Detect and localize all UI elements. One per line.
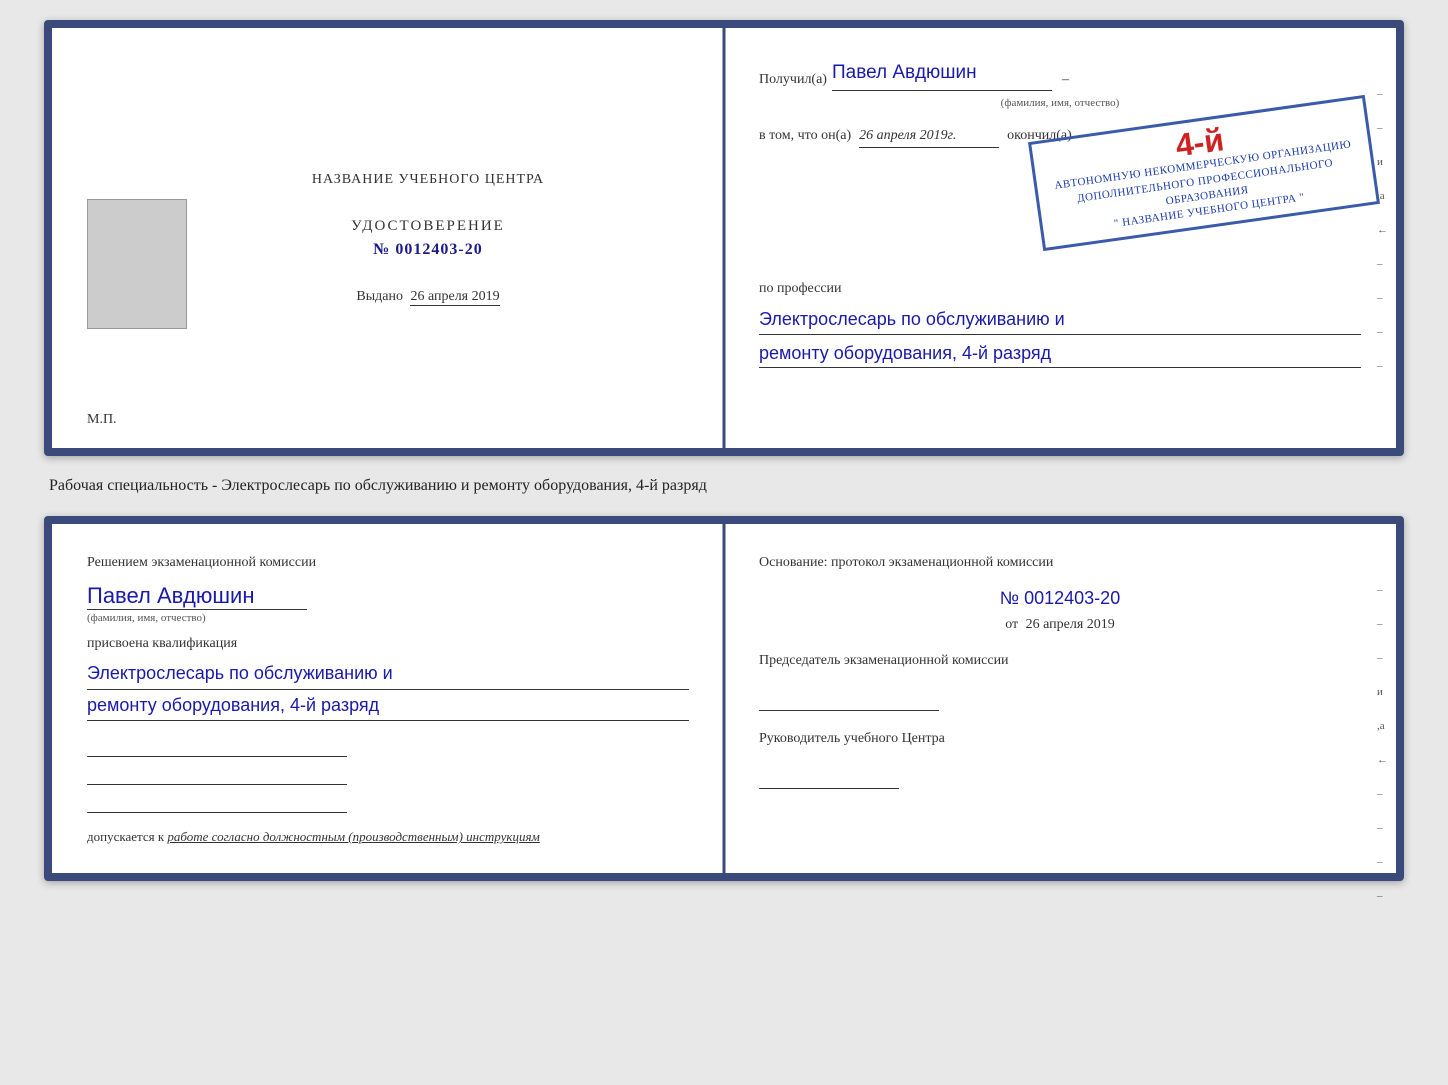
top-left-page: НАЗВАНИЕ УЧЕБНОГО ЦЕНТРА УДОСТОВЕРЕНИЕ №… <box>52 28 724 448</box>
issued-line: Выдано 26 апреля 2019 <box>167 289 689 305</box>
protocol-number: № 0012403-20 <box>759 588 1361 609</box>
top-right-page: Получил(а) Павел Авдюшин – (фамилия, имя… <box>724 28 1396 448</box>
bottom-fio-hint: (фамилия, имя, отчество) <box>87 612 689 624</box>
mp-label: М.П. <box>87 412 117 428</box>
profession-text2: ремонту оборудования, 4-й разряд <box>759 339 1361 369</box>
bottom-left-page: Решением экзаменационной комиссии Павел … <box>52 524 724 873</box>
stamp-overlay: 4-й АВТОНОМНУЮ НЕКОММЕРЧЕСКУЮ ОРГАНИЗАЦИ… <box>1028 95 1380 251</box>
qualification-text1: Электрослесарь по обслуживанию и <box>87 658 689 690</box>
description-text: Рабочая специальность - Электрослесарь п… <box>44 474 1404 498</box>
recipient-name: Павел Авдюшин <box>832 58 1052 91</box>
allowed-block: допускается к работе согласно должностны… <box>87 829 689 845</box>
completion-date: 26 апреля 2019г. <box>859 125 999 148</box>
chairman-label: Председатель экзаменационной комиссии <box>759 653 1009 668</box>
issued-label: Выдано <box>356 289 403 304</box>
bottom-right-page: Основание: протокол экзаменационной коми… <box>724 524 1396 873</box>
chairman-sign-line <box>759 689 939 711</box>
vtom-label: в том, что он(а) <box>759 125 851 147</box>
received-label: Получил(а) <box>759 69 827 91</box>
basis-label: Основание: протокол экзаменационной коми… <box>759 552 1361 574</box>
bottom-right-edge-marks: – – – и ,а ← – – – – <box>1377 584 1388 902</box>
school-name-title: НАЗВАНИЕ УЧЕБНОГО ЦЕНТРА <box>167 172 689 188</box>
photo-placeholder <box>87 199 187 329</box>
bottom-person-name: Павел Авдюшин <box>87 583 307 610</box>
qualification-text2: ремонту оборудования, 4-й разряд <box>87 690 689 722</box>
head-label: Руководитель учебного Центра <box>759 731 945 746</box>
cert-number: № 0012403-20 <box>373 241 482 258</box>
top-right-content: Получил(а) Павел Авдюшин – (фамилия, имя… <box>759 58 1361 368</box>
date-from-value: 26 апреля 2019 <box>1026 617 1115 632</box>
allowed-text: работе согласно должностным (производств… <box>167 829 539 844</box>
sign-lines <box>87 735 689 813</box>
sign-line-3 <box>87 791 347 813</box>
right-edge-marks: – – и ,а ← – – – – <box>1377 88 1388 372</box>
issued-date: 26 апреля 2019 <box>410 289 499 306</box>
sign-line-1 <box>87 735 347 757</box>
allowed-label: допускается к <box>87 829 164 844</box>
certificate-block: УДОСТОВЕРЕНИЕ № 0012403-20 <box>167 218 689 259</box>
profession-block: по профессии Электрослесарь по обслужива… <box>759 278 1361 368</box>
cert-label: УДОСТОВЕРЕНИЕ <box>167 218 689 235</box>
profession-label: по профессии <box>759 278 1361 300</box>
top-document-spread: НАЗВАНИЕ УЧЕБНОГО ЦЕНТРА УДОСТОВЕРЕНИЕ №… <box>44 20 1404 456</box>
recipient-line: Получил(а) Павел Авдюшин – <box>759 58 1361 91</box>
assigned-label: присвоена квалификация <box>87 636 689 652</box>
date-from-line: от 26 апреля 2019 <box>759 617 1361 633</box>
profession-text1: Электрослесарь по обслуживанию и <box>759 305 1361 335</box>
bottom-document-spread: Решением экзаменационной комиссии Павел … <box>44 516 1404 881</box>
chairman-block: Председатель экзаменационной комиссии <box>759 653 1361 711</box>
commission-decision: Решением экзаменационной комиссии <box>87 552 689 573</box>
date-from-prefix: от <box>1005 617 1018 632</box>
head-sign-line <box>759 767 899 789</box>
sign-line-2 <box>87 763 347 785</box>
head-block: Руководитель учебного Центра <box>759 731 1361 789</box>
